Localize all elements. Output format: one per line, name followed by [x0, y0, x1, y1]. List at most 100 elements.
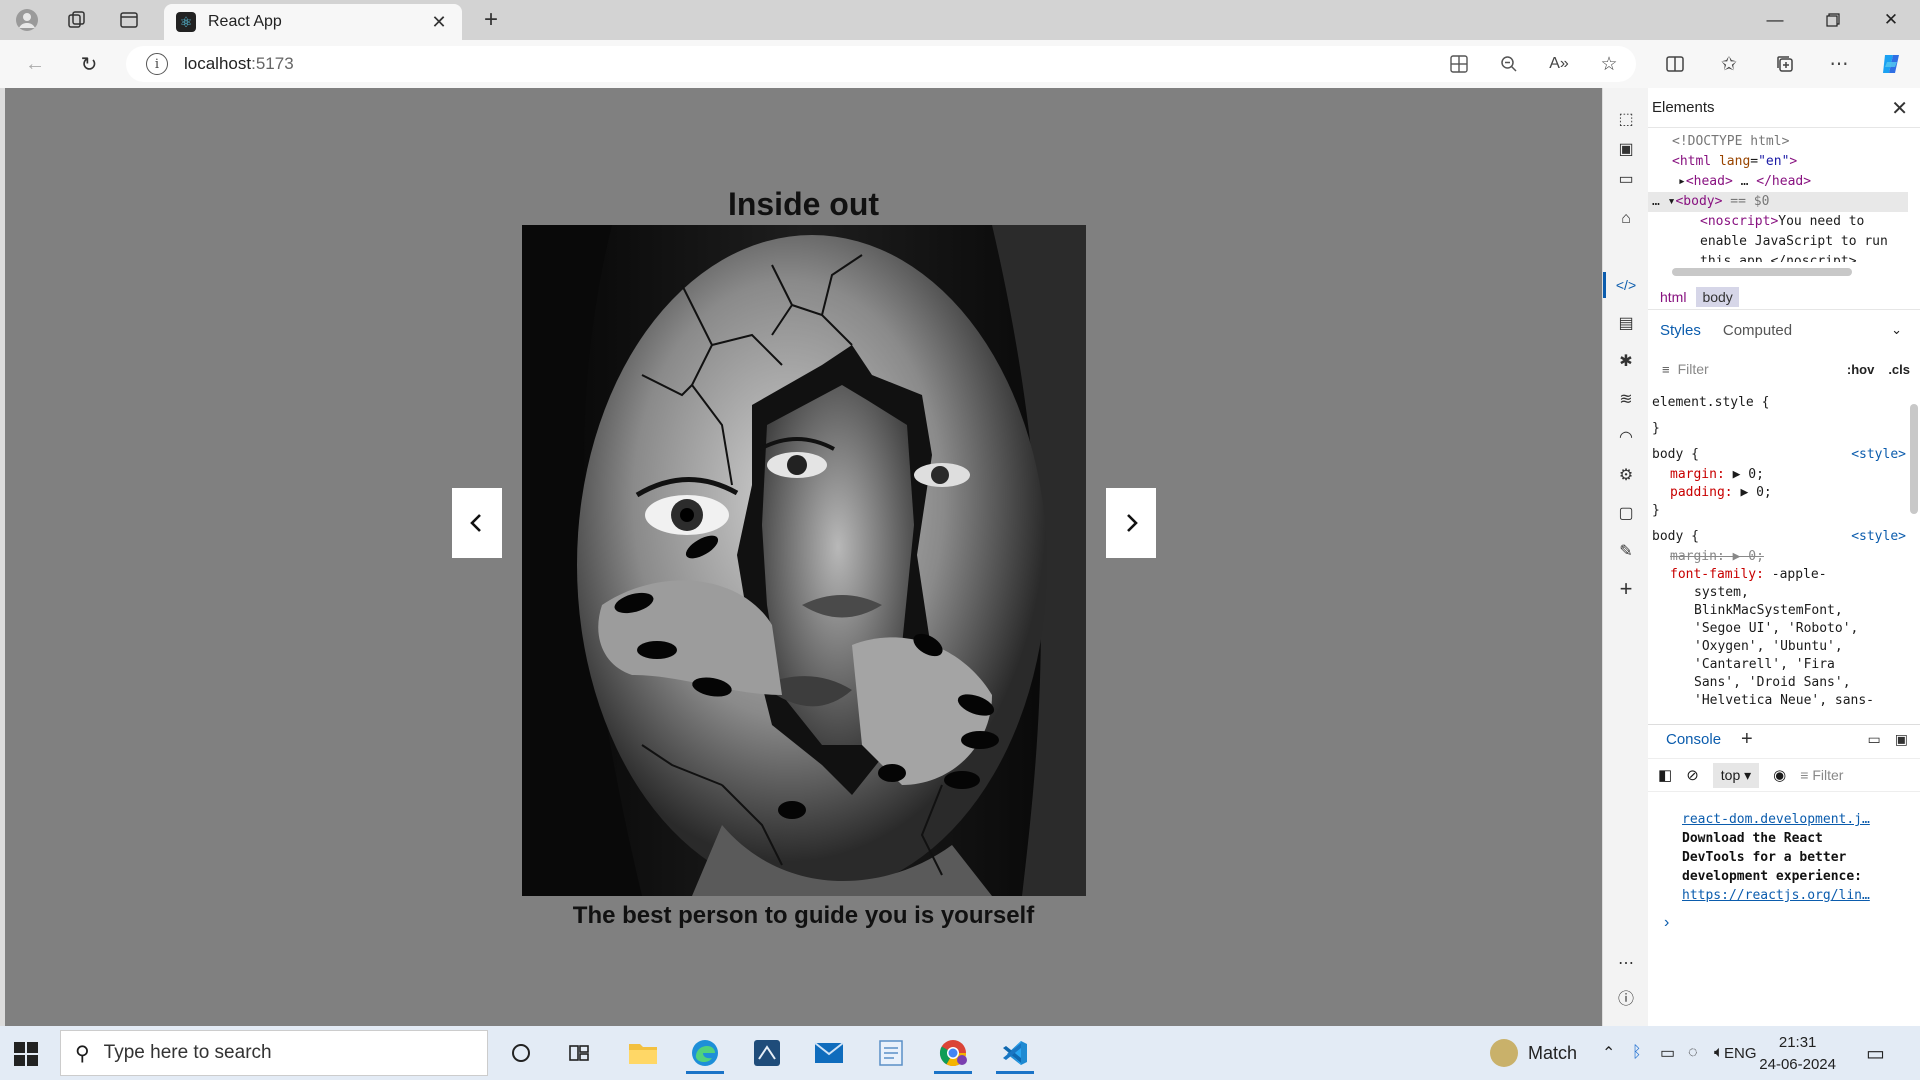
rule-element-style[interactable]: element.style { [1648, 394, 1908, 412]
expand-drawer-icon[interactable]: ▣ [1895, 731, 1908, 748]
dom-head-node[interactable]: ▸<head> … </head> [1648, 172, 1908, 192]
inspect-icon[interactable]: ⬚ [1613, 106, 1639, 132]
bluetooth-icon[interactable]: ᛒ [1632, 1026, 1642, 1080]
weather-widget[interactable]: Match [1490, 1026, 1577, 1080]
css-overview-icon[interactable]: ✎ [1613, 538, 1639, 564]
more-menu-icon[interactable]: ⋯ [1824, 50, 1854, 78]
dom-noscript-node[interactable]: <noscript>You need to [1648, 212, 1908, 232]
battery-icon[interactable]: ▭ [1660, 1026, 1675, 1080]
message-source-link[interactable]: react-dom.development.j… [1682, 810, 1912, 829]
collections-icon[interactable] [1770, 50, 1800, 78]
reload-icon[interactable]: ↻ [74, 50, 104, 78]
style-source-link[interactable]: <style> [1851, 446, 1906, 464]
app-available-icon[interactable] [1444, 50, 1474, 78]
live-expression-eye-icon[interactable]: ◉ [1773, 766, 1786, 784]
favorites-icon[interactable]: ✩ [1714, 50, 1744, 78]
console-prompt-icon[interactable]: › [1664, 914, 1669, 932]
style-source-link[interactable]: <style> [1851, 528, 1906, 546]
taskbar-search[interactable]: ⚲ Type here to search [60, 1030, 488, 1076]
vscode-icon[interactable] [990, 1032, 1040, 1074]
decl-margin-overridden[interactable]: margin: ▶ 0; [1648, 548, 1908, 566]
styles-filter-input[interactable]: Filter [1678, 361, 1847, 377]
tab-console[interactable]: Console [1666, 731, 1721, 748]
dock-icon[interactable]: ▭ [1613, 166, 1639, 192]
mail-icon[interactable] [804, 1032, 854, 1074]
address-bar[interactable]: i localhost:5173 [126, 46, 1636, 82]
volume-icon[interactable]: 🔈︎ [1714, 1026, 1724, 1080]
app-blue-icon[interactable] [742, 1032, 792, 1074]
performance-icon[interactable]: ◠ [1613, 424, 1639, 450]
tab-styles[interactable]: Styles [1660, 322, 1701, 339]
device-emulation-icon[interactable]: ▣ [1613, 136, 1639, 162]
notifications-icon[interactable]: ▭ [1866, 1026, 1885, 1080]
site-info-icon[interactable]: i [146, 53, 168, 75]
edge-icon[interactable] [680, 1032, 730, 1074]
tab-close-icon[interactable]: ✕ [428, 12, 450, 33]
dom-body-node[interactable]: … ▾<body> == $0 [1648, 192, 1908, 212]
next-slide-button[interactable] [1106, 488, 1156, 558]
help-icon[interactable]: ⓘ [1613, 984, 1639, 1010]
context-selector[interactable]: top ▾ [1712, 762, 1760, 788]
profile-icon[interactable] [12, 6, 42, 34]
dom-horizontal-scrollbar[interactable] [1672, 268, 1852, 276]
split-screen-icon[interactable] [1660, 50, 1690, 78]
network-icon[interactable]: ◌ [1688, 1026, 1698, 1080]
decl-padding[interactable]: padding: ▶ 0; [1648, 484, 1908, 502]
restore-icon[interactable] [1804, 0, 1862, 40]
add-drawer-tab-icon[interactable]: + [1741, 728, 1753, 751]
back-icon[interactable]: ← [20, 50, 50, 78]
application-icon[interactable]: ▢ [1613, 500, 1639, 526]
browser-tab[interactable]: ⚛ React App ✕ [164, 4, 462, 40]
breadcrumb-html[interactable]: html [1654, 287, 1692, 307]
read-aloud-icon[interactable]: A» [1544, 50, 1574, 78]
windows-start-icon[interactable] [12, 1040, 40, 1068]
cortana-icon[interactable] [496, 1032, 546, 1074]
devtools-panel-title: Elements [1648, 88, 1920, 128]
copilot-icon[interactable] [1876, 50, 1906, 78]
tab-actions-icon[interactable] [114, 6, 144, 34]
favorite-star-icon[interactable]: ☆ [1594, 50, 1624, 78]
styles-filter[interactable]: ≡ Filter :hov .cls [1648, 356, 1910, 382]
decl-margin[interactable]: margin: ▶ 0; [1648, 466, 1908, 484]
devtools-docs-link[interactable]: https://reactjs.org/lin… [1682, 886, 1912, 905]
dom-html-node[interactable]: <html lang="en"> [1648, 152, 1908, 172]
hov-toggle[interactable]: :hov [1847, 362, 1874, 377]
dom-doctype[interactable]: <!DOCTYPE html> [1648, 132, 1908, 152]
minimize-icon[interactable]: — [1746, 0, 1804, 40]
console-sidebar-icon[interactable]: ◧ [1658, 766, 1672, 784]
notepad-app-icon[interactable] [866, 1032, 916, 1074]
rule-body-2-selector[interactable]: body {<style> [1648, 528, 1908, 546]
more-tools-plus-icon[interactable]: + [1613, 576, 1639, 602]
breadcrumb-body[interactable]: body [1696, 286, 1739, 307]
new-tab-icon[interactable]: + [476, 6, 506, 34]
elements-code-icon[interactable]: </> [1613, 272, 1639, 298]
tab-computed[interactable]: Computed [1723, 322, 1792, 339]
rule-body-1-selector[interactable]: body {<style> [1648, 446, 1908, 464]
workspaces-icon[interactable] [62, 6, 92, 34]
taskbar-search-input[interactable]: Type here to search [104, 1042, 272, 1064]
devtools-close-icon[interactable]: ✕ [1891, 96, 1908, 121]
debugger-bug-icon[interactable]: ✱ [1613, 348, 1639, 374]
system-clock[interactable]: 21:31 24-06-2024 [1759, 1032, 1836, 1076]
clear-console-icon[interactable]: ⊘ [1686, 766, 1699, 784]
memory-chip-icon[interactable]: ⚙ [1613, 462, 1639, 488]
console-icon[interactable]: ▤ [1613, 310, 1639, 336]
welcome-home-icon[interactable]: ⌂ [1613, 206, 1639, 232]
decl-font-family[interactable]: font-family: -apple- [1648, 566, 1908, 584]
zoom-icon[interactable] [1494, 50, 1524, 78]
styles-scrollbar[interactable] [1910, 404, 1918, 514]
language-indicator[interactable]: ENG [1724, 1026, 1757, 1080]
task-view-icon[interactable] [554, 1032, 604, 1074]
console-filter-input[interactable]: ≡ Filter [1800, 767, 1843, 783]
filter-icon: ≡ [1662, 361, 1670, 377]
dock-drawer-icon[interactable]: ▭ [1868, 731, 1881, 748]
prev-slide-button[interactable] [452, 488, 502, 558]
rail-more-icon[interactable]: ⋯ [1613, 950, 1639, 976]
close-window-icon[interactable]: ✕ [1862, 0, 1920, 40]
cls-toggle[interactable]: .cls [1888, 362, 1910, 377]
network-wifi-icon[interactable]: ≋ [1613, 386, 1639, 412]
chevron-down-icon[interactable]: ⌄ [1891, 322, 1902, 338]
chrome-icon[interactable] [928, 1032, 978, 1074]
file-explorer-icon[interactable] [618, 1032, 668, 1074]
tray-overflow-icon[interactable]: ⌃ [1602, 1026, 1615, 1080]
